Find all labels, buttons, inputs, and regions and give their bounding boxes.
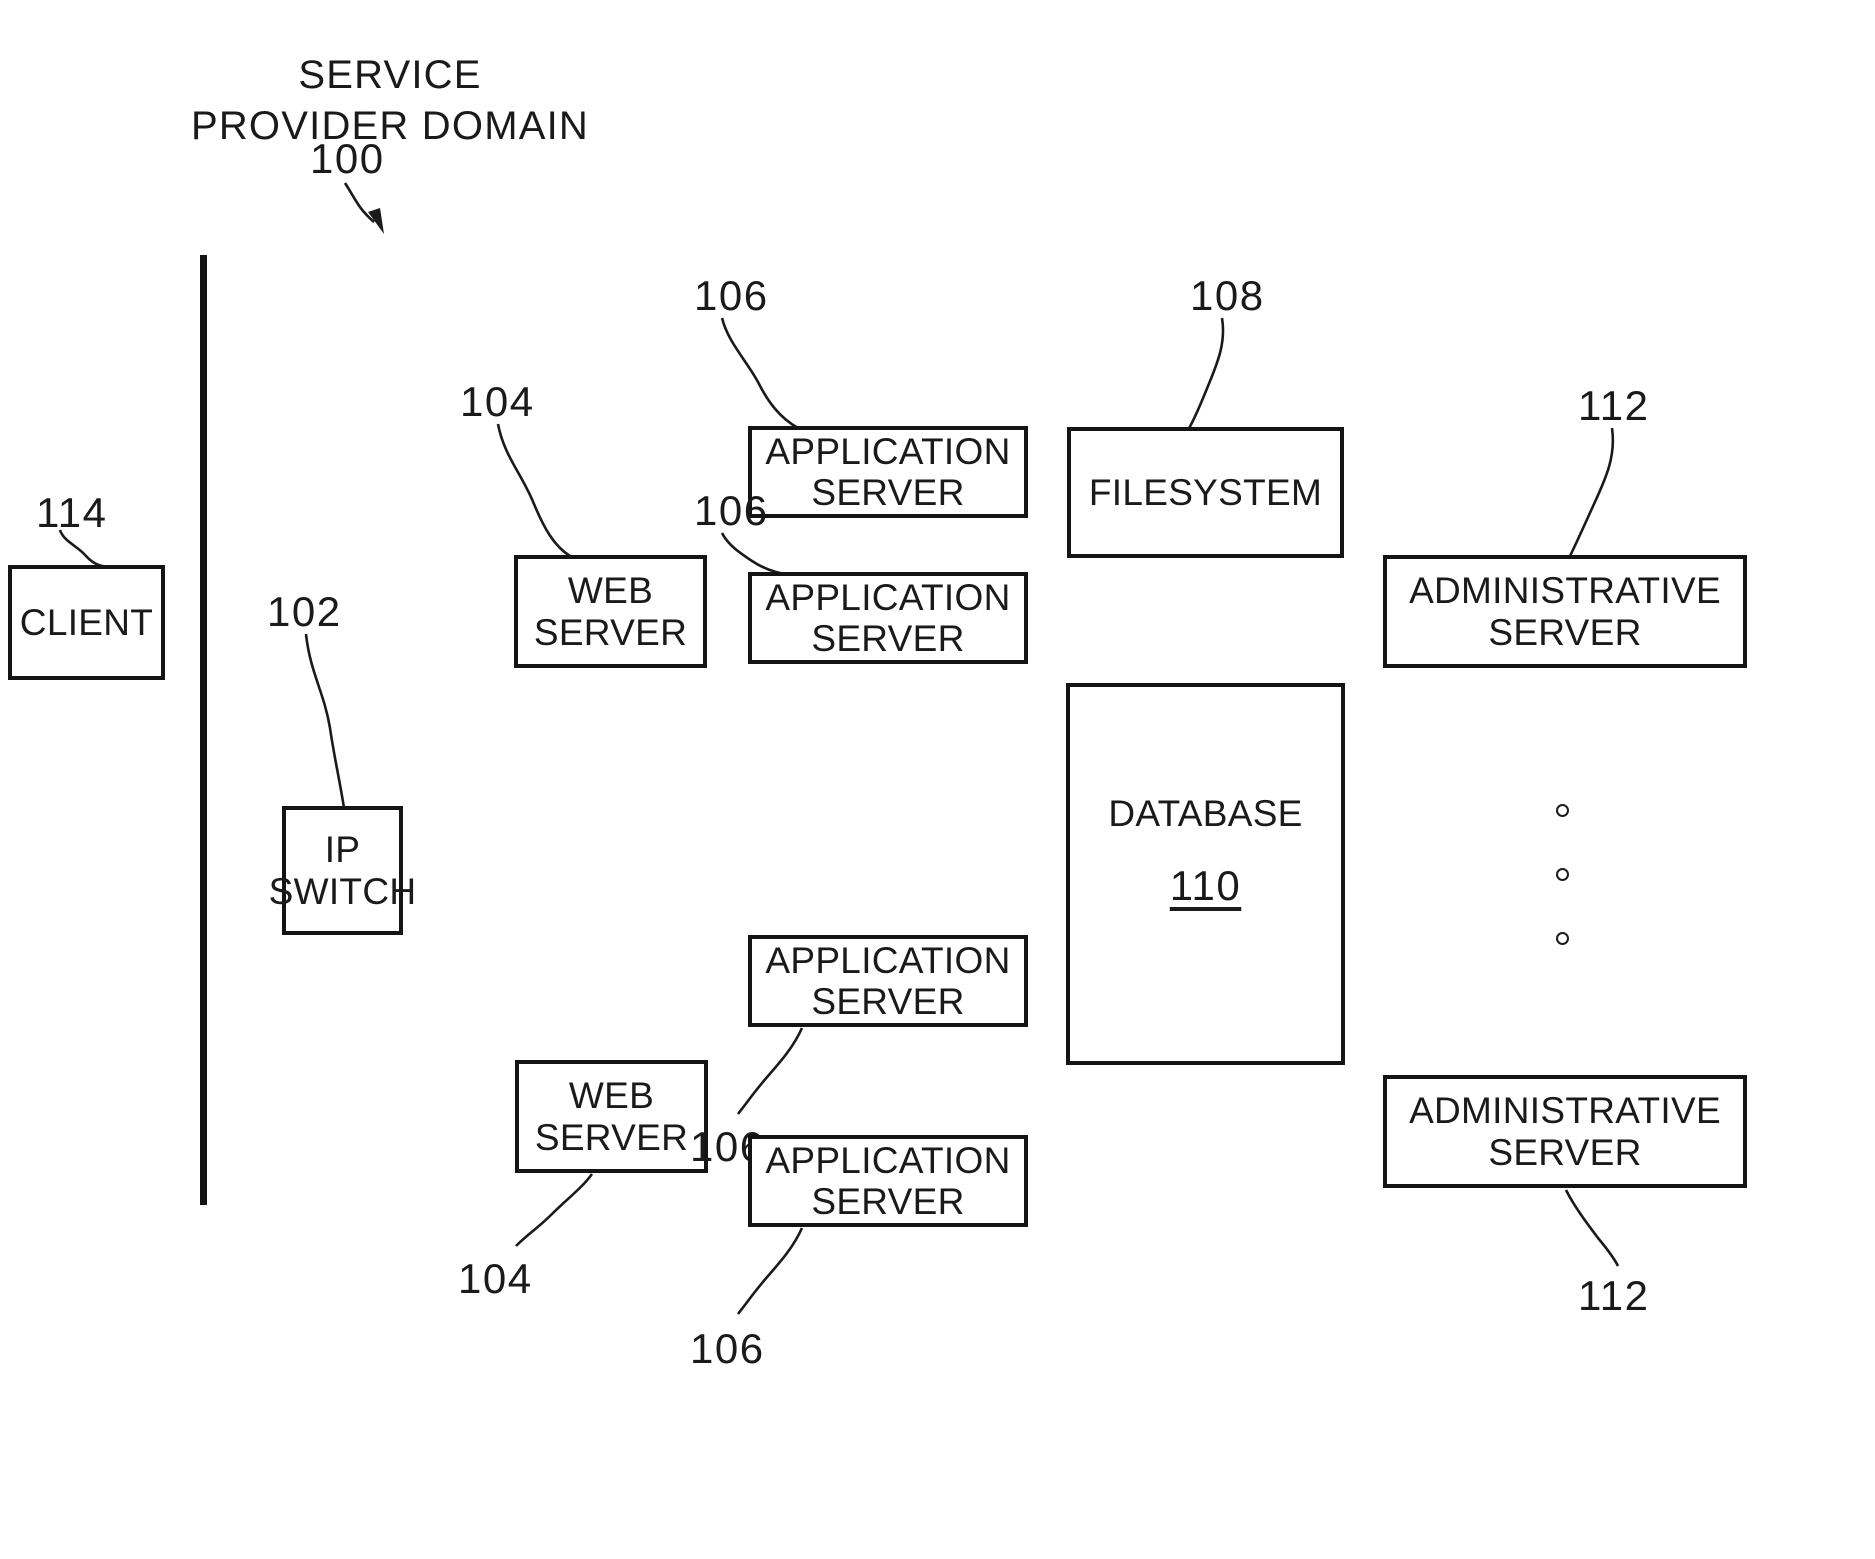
node-app-server-4-label-line1: APPLICATION (765, 1139, 1011, 1181)
node-admin-server-bottom-label-line2: SERVER (1488, 1131, 1642, 1173)
node-database-ref-label: 110 (1169, 862, 1242, 910)
node-admin-server-bottom[interactable]: ADMINISTRATIVE SERVER (1383, 1075, 1747, 1188)
node-web-server-bottom-label-line2: SERVER (534, 1116, 689, 1158)
app-server-4-ref-label: 106 (690, 1325, 765, 1372)
web-server-bottom-leader-line (515, 1173, 594, 1247)
admin-server-bottom-leader-line (1564, 1189, 1620, 1267)
node-admin-server-top[interactable]: ADMINISTRATIVE SERVER (1383, 555, 1747, 668)
node-ip-switch[interactable]: IP SWITCH (269, 806, 416, 935)
node-web-server-bottom-label-line1: WEB (568, 1075, 655, 1117)
web-server-top-leader-line (496, 423, 571, 558)
node-ip-switch-label-line1: IP (324, 829, 361, 871)
admin-server-top-ref-label: 112 (1578, 382, 1650, 429)
node-admin-server-top-label-line1: ADMINISTRATIVE (1409, 570, 1721, 612)
title-leader-arrow (343, 182, 384, 234)
ellipsis-dot-2 (1556, 868, 1569, 881)
node-web-server-top[interactable]: WEB SERVER (514, 555, 707, 668)
patent-figure-canvas: SERVICE PROVIDER DOMAIN 100 114 CLIENT 1… (0, 0, 1875, 1559)
node-admin-server-bottom-label-line1: ADMINISTRATIVE (1409, 1090, 1721, 1132)
node-app-server-4-label-line2: SERVER (811, 1181, 965, 1222)
app-server-2-ref-label: 106 (694, 487, 769, 534)
node-database-label: DATABASE (1108, 793, 1303, 834)
ellipsis-dot-1 (1556, 804, 1569, 817)
node-client-label: CLIENT (19, 601, 154, 643)
ip-switch-ref-label: 102 (267, 588, 342, 635)
node-app-server-2[interactable]: APPLICATION SERVER (748, 572, 1028, 664)
node-web-server-top-label-line2: SERVER (533, 611, 688, 653)
node-client[interactable]: CLIENT (8, 565, 165, 680)
admin-server-bottom-ref-label: 112 (1578, 1272, 1650, 1319)
node-app-server-3-label-line2: SERVER (811, 981, 965, 1022)
app-server-4-leader-line (736, 1227, 804, 1315)
node-app-server-3-label-line1: APPLICATION (765, 939, 1011, 981)
app-server-1-ref-label: 106 (694, 272, 769, 319)
node-app-server-2-label-line1: APPLICATION (765, 576, 1011, 618)
node-app-server-1-label-line2: SERVER (811, 472, 965, 513)
node-app-server-1-label-line1: APPLICATION (765, 430, 1011, 472)
web-server-bottom-ref-label: 104 (458, 1255, 533, 1302)
app-server-1-leader-line (720, 317, 799, 430)
admin-server-top-leader-line (1568, 427, 1615, 557)
filesystem-ref-label: 108 (1190, 272, 1265, 319)
node-app-server-4[interactable]: APPLICATION SERVER (748, 1135, 1028, 1227)
node-admin-server-top-label-line2: SERVER (1488, 611, 1642, 653)
node-ip-switch-label-line2: SWITCH (268, 870, 417, 912)
ellipsis-dot-3 (1556, 932, 1569, 945)
node-app-server-3[interactable]: APPLICATION SERVER (748, 935, 1028, 1027)
filesystem-leader-line (1186, 317, 1225, 431)
node-app-server-2-label-line2: SERVER (811, 618, 965, 659)
node-database[interactable]: DATABASE 110 (1066, 683, 1345, 1065)
node-web-server-top-label-line1: WEB (567, 570, 654, 612)
web-server-top-ref-label: 104 (460, 378, 535, 425)
ip-switch-leader-line (304, 633, 346, 809)
service-provider-domain-boundary-line (200, 255, 207, 1205)
node-filesystem-label: FILESYSTEM (1088, 471, 1323, 513)
node-app-server-1[interactable]: APPLICATION SERVER (748, 426, 1028, 518)
node-filesystem[interactable]: FILESYSTEM (1067, 427, 1344, 558)
figure-title-ref: 100 (310, 135, 385, 182)
figure-title: SERVICE PROVIDER DOMAIN (190, 53, 590, 149)
node-web-server-bottom[interactable]: WEB SERVER (515, 1060, 708, 1173)
app-server-3-leader-line (736, 1027, 804, 1115)
